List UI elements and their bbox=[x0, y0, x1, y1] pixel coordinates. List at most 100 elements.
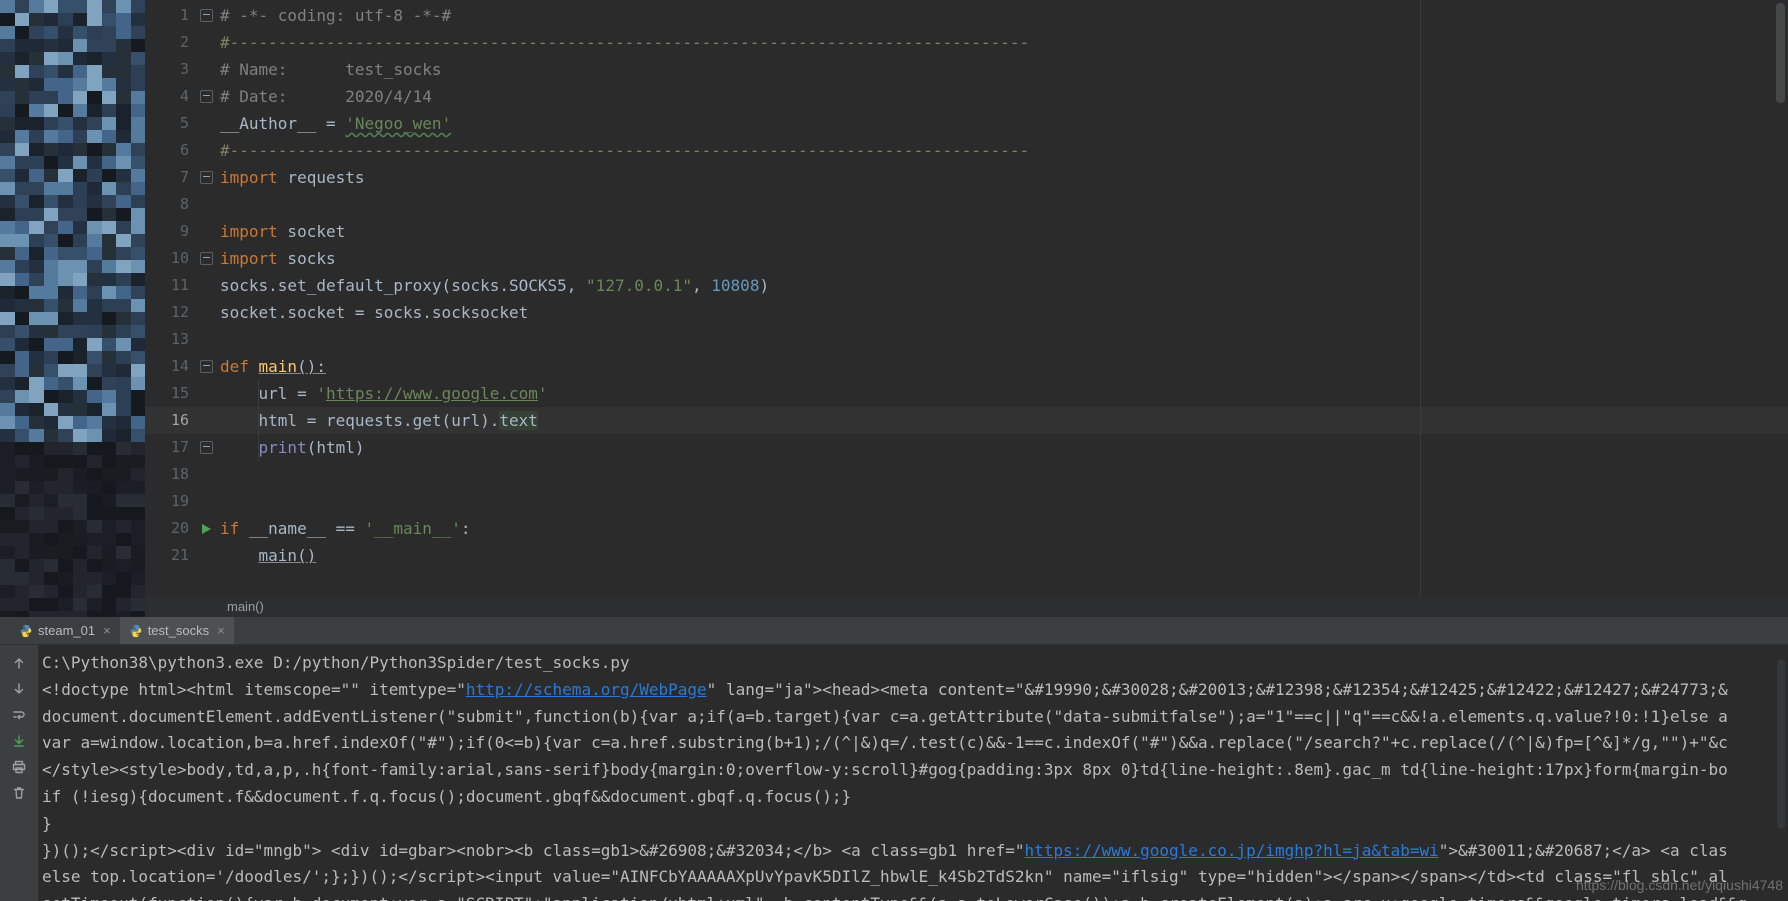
mosaic-tile bbox=[102, 156, 117, 169]
mosaic-tile bbox=[58, 377, 73, 390]
mosaic-tile bbox=[0, 195, 15, 208]
mosaic-tile bbox=[44, 572, 59, 585]
mosaic-tile bbox=[58, 78, 73, 91]
line-number: 19 bbox=[145, 488, 195, 515]
mosaic-tile bbox=[44, 325, 59, 338]
mosaic-tile bbox=[15, 247, 30, 260]
console-scrollbar-thumb[interactable] bbox=[1777, 659, 1785, 829]
editor-line[interactable]: 5__Author__ = 'Negoo_wen' bbox=[145, 110, 1788, 137]
scroll-to-end-icon[interactable] bbox=[10, 731, 29, 750]
mosaic-tile bbox=[73, 156, 88, 169]
mosaic-tile bbox=[44, 78, 59, 91]
scroll-down-icon[interactable] bbox=[10, 679, 29, 698]
mosaic-tile bbox=[131, 0, 146, 13]
mosaic-tile bbox=[29, 208, 44, 221]
editor-line[interactable]: 2#--------------------------------------… bbox=[145, 29, 1788, 56]
mosaic-tile bbox=[58, 26, 73, 39]
mosaic-tile bbox=[73, 546, 88, 559]
editor-line[interactable]: 13 bbox=[145, 326, 1788, 353]
code-editor[interactable]: 1# -*- coding: utf-8 -*-#2#-------------… bbox=[145, 0, 1788, 596]
editor-line[interactable]: 8 bbox=[145, 191, 1788, 218]
mosaic-tile bbox=[102, 13, 117, 26]
editor-line[interactable]: 15 url = 'https://www.google.com' bbox=[145, 380, 1788, 407]
editor-line[interactable]: 18 bbox=[145, 461, 1788, 488]
mosaic-tile bbox=[87, 39, 102, 52]
mosaic-tile bbox=[29, 429, 44, 442]
mosaic-tile bbox=[87, 416, 102, 429]
mosaic-tile bbox=[0, 546, 15, 559]
fold-marker-icon[interactable] bbox=[200, 9, 213, 22]
line-number: 21 bbox=[145, 542, 195, 569]
mosaic-tile bbox=[15, 442, 30, 455]
mosaic-tile bbox=[29, 247, 44, 260]
mosaic-tile bbox=[116, 104, 131, 117]
scroll-up-icon[interactable] bbox=[10, 653, 29, 672]
editor-line[interactable]: 9import socket bbox=[145, 218, 1788, 245]
mosaic-tile bbox=[102, 247, 117, 260]
clear-all-icon[interactable] bbox=[10, 783, 29, 802]
editor-line[interactable]: 3# Name: test_socks bbox=[145, 56, 1788, 83]
editor-line[interactable]: 4# Date: 2020/4/14 bbox=[145, 83, 1788, 110]
editor-line[interactable]: 14def main(): bbox=[145, 353, 1788, 380]
tab-close-icon[interactable]: × bbox=[103, 624, 111, 637]
run-tab-test-socks[interactable]: test_socks× bbox=[120, 617, 234, 644]
editor-line[interactable]: 17 print(html) bbox=[145, 434, 1788, 461]
mosaic-tile bbox=[29, 416, 44, 429]
mosaic-tile bbox=[102, 403, 117, 416]
run-console-output[interactable]: C:\Python38\python3.exe D:/python/Python… bbox=[40, 645, 1788, 901]
mosaic-tile bbox=[15, 364, 30, 377]
console-hyperlink[interactable]: http://schema.org/WebPage bbox=[466, 680, 707, 699]
breadcrumb-item-main[interactable]: main() bbox=[227, 599, 264, 614]
console-line: </style><style>body,td,a,p,.h{font-famil… bbox=[42, 757, 1788, 784]
mosaic-tile bbox=[29, 377, 44, 390]
console-hyperlink[interactable]: https://www.google.co.jp/imghp?hl=ja&tab… bbox=[1025, 841, 1439, 860]
mosaic-tile bbox=[29, 52, 44, 65]
mosaic-tile bbox=[116, 429, 131, 442]
soft-wrap-icon[interactable] bbox=[10, 705, 29, 724]
editor-line[interactable]: 12socket.socket = socks.socksocket bbox=[145, 299, 1788, 326]
mosaic-tile bbox=[102, 546, 117, 559]
mosaic-tile bbox=[87, 182, 102, 195]
fold-marker-icon[interactable] bbox=[200, 90, 213, 103]
mosaic-tile bbox=[131, 468, 146, 481]
mosaic-tile bbox=[87, 364, 102, 377]
editor-line[interactable]: 10import socks bbox=[145, 245, 1788, 272]
editor-line[interactable]: 1# -*- coding: utf-8 -*-# bbox=[145, 2, 1788, 29]
mosaic-tile bbox=[58, 247, 73, 260]
mosaic-tile bbox=[131, 26, 146, 39]
mosaic-tile bbox=[29, 286, 44, 299]
mosaic-tile bbox=[102, 143, 117, 156]
mosaic-tile bbox=[116, 481, 131, 494]
run-tab-steam-01[interactable]: steam_01× bbox=[10, 617, 120, 644]
editor-scrollbar-thumb[interactable] bbox=[1776, 3, 1785, 103]
mosaic-tile bbox=[15, 273, 30, 286]
editor-line[interactable]: 6#--------------------------------------… bbox=[145, 137, 1788, 164]
breadcrumbs-bar: main() bbox=[145, 596, 1788, 617]
mosaic-tile bbox=[73, 130, 88, 143]
tab-close-icon[interactable]: × bbox=[217, 624, 225, 637]
editor-line[interactable]: 16 html = requests.get(url).text bbox=[145, 407, 1788, 434]
mosaic-tile bbox=[58, 91, 73, 104]
mosaic-tile bbox=[44, 416, 59, 429]
fold-marker-icon[interactable] bbox=[200, 171, 213, 184]
line-number: 5 bbox=[145, 110, 195, 137]
fold-marker-icon[interactable] bbox=[200, 252, 213, 265]
mosaic-tile bbox=[29, 455, 44, 468]
fold-marker-icon[interactable] bbox=[200, 360, 213, 373]
mosaic-tile bbox=[87, 351, 102, 364]
editor-line[interactable]: 19 bbox=[145, 488, 1788, 515]
editor-line[interactable]: 7import requests bbox=[145, 164, 1788, 191]
mosaic-tile bbox=[131, 130, 146, 143]
mosaic-tile bbox=[15, 585, 30, 598]
mosaic-tile bbox=[29, 533, 44, 546]
editor-line[interactable]: 20if __name__ == '__main__': bbox=[145, 515, 1788, 542]
print-icon[interactable] bbox=[10, 757, 29, 776]
run-gutter-icon[interactable] bbox=[202, 524, 211, 534]
mosaic-tile bbox=[87, 598, 102, 611]
editor-line[interactable]: 11socks.set_default_proxy(socks.SOCKS5, … bbox=[145, 272, 1788, 299]
fold-marker-icon[interactable] bbox=[200, 441, 213, 454]
editor-line[interactable]: 21 main() bbox=[145, 542, 1788, 569]
mosaic-tile bbox=[73, 468, 88, 481]
mosaic-tile bbox=[29, 351, 44, 364]
mosaic-tile bbox=[73, 13, 88, 26]
